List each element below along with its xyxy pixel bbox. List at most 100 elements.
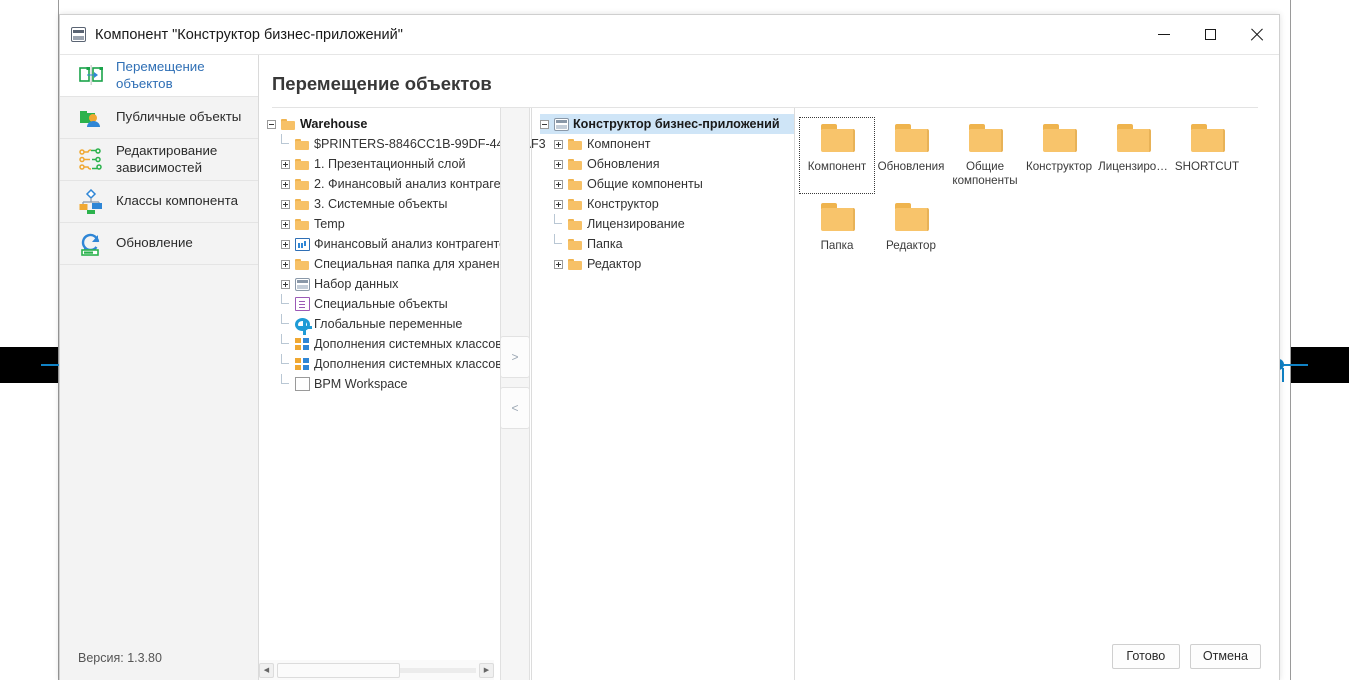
close-button[interactable]: [1233, 15, 1279, 54]
public-objects-icon: [78, 105, 104, 131]
expand-icon[interactable]: [281, 260, 290, 269]
classes-icon: [295, 337, 310, 351]
sidebar-item-component-classes[interactable]: Классы компонента: [60, 181, 258, 223]
sidebar-item-update[interactable]: Обновление: [60, 223, 258, 265]
move-right-button[interactable]: >: [500, 336, 530, 378]
collapse-icon[interactable]: [267, 120, 276, 129]
tree-node[interactable]: Лицензирование: [540, 214, 794, 234]
folder-icon: [817, 124, 857, 155]
expand-icon[interactable]: [281, 220, 290, 229]
expand-icon[interactable]: [281, 280, 290, 289]
expand-icon[interactable]: [554, 140, 563, 149]
tree-node[interactable]: 2. Финансовый анализ контрагентов: [267, 174, 500, 194]
folder-grid-item-label: Компонент: [802, 160, 872, 174]
folder-icon: [295, 217, 310, 231]
tree-node-connector: [281, 354, 290, 374]
tree-node-label: 1. Презентационный слой: [314, 157, 466, 171]
sidebar-item-move-objects[interactable]: Перемещение объектов: [60, 55, 258, 97]
tree-node-label: Дополнения системных классов: [314, 337, 502, 351]
tree-node[interactable]: Глобальные переменные: [267, 314, 500, 334]
dataset-icon: [554, 118, 569, 131]
tree-node-connector: [281, 294, 290, 314]
expand-icon[interactable]: [281, 200, 290, 209]
sidebar-item-label: Перемещение объектов: [116, 59, 250, 92]
tree-node[interactable]: Общие компоненты: [540, 174, 794, 194]
expand-icon[interactable]: [554, 180, 563, 189]
folder-icon-grid[interactable]: КомпонентОбновленияОбщие компонентыКонст…: [794, 108, 1279, 680]
folder-grid-item[interactable]: SHORTCUT: [1170, 118, 1244, 193]
tree-node[interactable]: BPM Workspace: [267, 374, 500, 394]
expand-icon[interactable]: [281, 160, 290, 169]
minimize-button[interactable]: [1141, 15, 1187, 54]
edit-dependencies-icon: [78, 147, 104, 173]
tree-node-label: Temp: [314, 217, 345, 231]
tree-node[interactable]: Дополнения системных классов: [267, 354, 500, 374]
folder-icon: [568, 177, 583, 191]
tree-node[interactable]: Temp: [267, 214, 500, 234]
folder-icon: [568, 137, 583, 151]
maximize-button[interactable]: [1187, 15, 1233, 54]
tree-node-connector: [281, 334, 290, 354]
expand-icon[interactable]: [281, 240, 290, 249]
tree-node[interactable]: $PRINTERS-8846CC1B-99DF-446F-AF3: [267, 134, 500, 154]
collapse-icon[interactable]: [540, 120, 549, 129]
sidebar-item-label: Редактирование зависимостей: [116, 143, 250, 176]
tree-node[interactable]: Обновления: [540, 154, 794, 174]
folder-icon: [965, 124, 1005, 155]
transfer-buttons: > <: [500, 336, 530, 429]
expand-icon[interactable]: [554, 260, 563, 269]
tree-node[interactable]: Конструктор бизнес-приложений: [540, 114, 794, 134]
tree-node[interactable]: Редактор: [540, 254, 794, 274]
folder-icon: [568, 237, 583, 251]
tree-node[interactable]: Компонент: [540, 134, 794, 154]
cancel-button[interactable]: Отмена: [1190, 644, 1261, 669]
folder-grid-item[interactable]: Конструктор: [1022, 118, 1096, 193]
transfer-panes: Warehouse$PRINTERS-8846CC1B-99DF-446F-AF…: [259, 108, 1279, 680]
tree-node[interactable]: Warehouse: [267, 114, 500, 134]
sidebar-item-edit-dependencies[interactable]: Редактирование зависимостей: [60, 139, 258, 181]
folder-icon: [1187, 124, 1227, 155]
tree-node[interactable]: 3. Системные объекты: [267, 194, 500, 214]
folder-icon: [1039, 124, 1079, 155]
folder-grid-item-label: SHORTCUT: [1172, 160, 1242, 174]
expand-icon[interactable]: [281, 180, 290, 189]
tree-node[interactable]: Конструктор: [540, 194, 794, 214]
sidebar-item-public-objects[interactable]: Публичные объекты: [60, 97, 258, 139]
move-objects-icon: [78, 63, 104, 89]
sidebar-item-label: Классы компонента: [116, 193, 238, 210]
tree-node[interactable]: Финансовый анализ контрагентов: [267, 234, 500, 254]
folder-icon: [568, 157, 583, 171]
folder-grid-item[interactable]: Папка: [800, 197, 874, 257]
tree-node[interactable]: Папка: [540, 234, 794, 254]
tree-node[interactable]: Набор данных: [267, 274, 500, 294]
expand-icon[interactable]: [554, 200, 563, 209]
folder-grid-item[interactable]: Обновления: [874, 118, 948, 193]
tree-node-label: Глобальные переменные: [314, 317, 462, 331]
folder-grid-item[interactable]: Общие компоненты: [948, 118, 1022, 193]
tree-node-label: Компонент: [587, 137, 651, 151]
tree-node[interactable]: 1. Презентационный слой: [267, 154, 500, 174]
target-tree[interactable]: Конструктор бизнес-приложений Компонент Об…: [532, 108, 794, 274]
source-tree[interactable]: Warehouse$PRINTERS-8846CC1B-99DF-446F-AF…: [259, 108, 500, 394]
tree-node-label: Общие компоненты: [587, 177, 703, 191]
tree-node-label: Конструктор: [587, 197, 659, 211]
window-body: Перемещение объектов Публичные объекты: [60, 55, 1279, 680]
folder-grid-item[interactable]: Лицензиро…: [1096, 118, 1170, 193]
tree-node[interactable]: Специальные объекты: [267, 294, 500, 314]
source-tree-panel: Warehouse$PRINTERS-8846CC1B-99DF-446F-AF…: [259, 108, 500, 680]
tree-node[interactable]: Дополнения системных классов: [267, 334, 500, 354]
window-title: Компонент "Конструктор бизнес-приложений…: [95, 27, 1141, 43]
done-button[interactable]: Готово: [1112, 644, 1180, 669]
folder-icon: [1113, 124, 1153, 155]
expand-icon[interactable]: [554, 160, 563, 169]
tree-node-label: Редактор: [587, 257, 641, 271]
folder-icon: [817, 203, 857, 234]
folder-grid-item[interactable]: Редактор: [874, 197, 948, 257]
sidebar-item-label: Обновление: [116, 235, 193, 252]
tree-node-label: Набор данных: [314, 277, 398, 291]
tree-node[interactable]: Специальная папка для хранения ко: [267, 254, 500, 274]
title-bar: Компонент "Конструктор бизнес-приложений…: [60, 15, 1279, 55]
folder-grid-item[interactable]: Компонент: [800, 118, 874, 193]
component-classes-icon: [78, 189, 104, 215]
move-left-button[interactable]: <: [500, 387, 530, 429]
